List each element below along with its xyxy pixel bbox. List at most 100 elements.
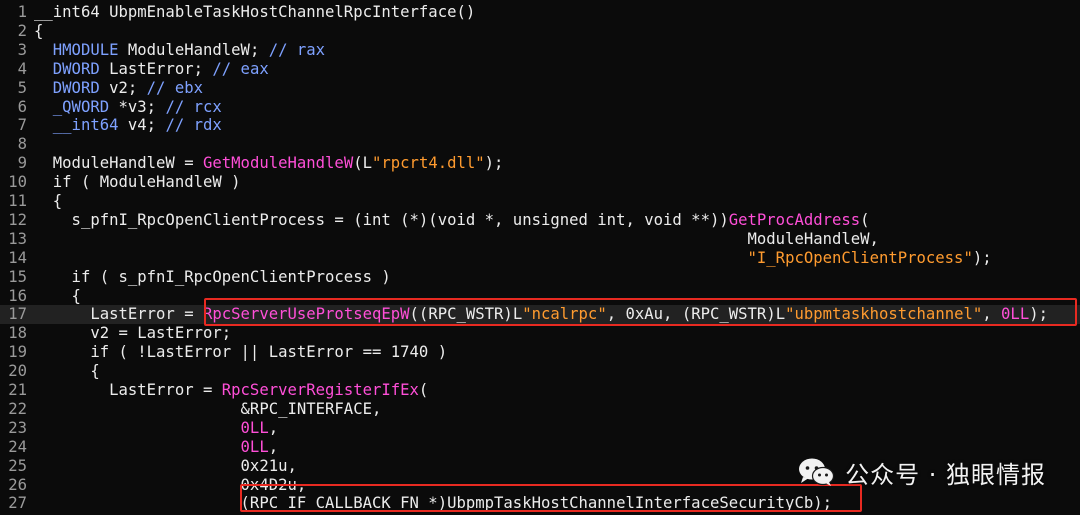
code-token: v2 = LastError; [34,324,232,343]
line-number: 9 [17,154,27,173]
code-line[interactable]: 11 { [0,192,1080,211]
code-token: "ncalrpc" [522,305,607,324]
code-token: , [982,305,1002,324]
code-line[interactable]: 2{ [0,22,1080,41]
code-token: __int64 [34,116,128,135]
line-code: 0x21u, [34,457,297,476]
line-code: 0x4D2u, [34,475,307,495]
code-token: // rax [268,40,326,59]
line-number: 7 [17,116,27,135]
line-number: 4 [17,59,27,78]
code-line[interactable]: 13 ModuleHandleW, [0,230,1080,249]
code-token: __int64 UbpmEnableTaskHostChannelRpcInte… [34,3,476,21]
line-number: 12 [8,210,27,229]
line-code: DWORD LastError; // eax [34,60,269,79]
code-line[interactable]: 14 "I_RpcOpenClientProcess"); [0,249,1080,268]
line-code: if ( ModuleHandleW ) [34,173,241,192]
code-token: 0LL [1001,305,1030,324]
line-number: 3 [17,40,27,59]
code-token: { [34,21,44,40]
line-code: LastError = RpcServerUseProtseqEpW((RPC_… [34,305,1048,324]
code-token: &RPC_INTERFACE, [34,399,382,418]
code-line[interactable]: 23 0LL, [0,419,1080,438]
code-token: ( [860,210,870,229]
code-line[interactable]: 27 (RPC_IF_CALLBACK_FN *)UbpmpTaskHostCh… [0,494,1080,513]
code-token: 0LL [240,437,269,456]
code-token: GetProcAddress [728,210,861,229]
code-token: LastError = [34,381,222,399]
line-code: __int64 v4; // rdx [34,116,222,135]
code-token: (RPC_IF_CALLBACK_FN *)UbpmpTaskHostChann… [34,494,832,513]
code-token: HMODULE [34,40,128,59]
line-code: DWORD v2; // ebx [34,79,203,98]
line-number: 17 [8,305,27,324]
code-token: // rcx [165,97,222,116]
code-line[interactable]: 12 s_pfnI_RpcOpenClientProcess = (int (*… [0,211,1080,230]
code-line[interactable]: 5 DWORD v2; // ebx [0,79,1080,98]
line-code: &RPC_INTERFACE, [34,399,382,419]
code-line[interactable]: 7 __int64 v4; // rdx [0,116,1080,135]
line-code: { [34,192,62,211]
line-code: if ( s_pfnI_RpcOpenClientProcess ) [34,268,391,287]
line-number: 10 [8,173,27,192]
code-token: ModuleHandleW, [34,229,879,248]
line-number: 25 [8,456,27,475]
code-token: 0LL [240,418,269,437]
line-number: 1 [17,3,27,21]
code-line[interactable]: 19 if ( !LastError || LastError == 1740 … [0,343,1080,362]
line-code: { [34,287,81,306]
line-number: 5 [17,78,27,97]
code-token: LastError = [34,305,203,324]
code-line[interactable]: 4 DWORD LastError; // eax [0,60,1080,79]
code-token: ); [972,248,992,267]
code-token: if ( !LastError || LastError == 1740 ) [34,343,448,362]
line-number: 18 [8,324,27,343]
code-token: , [268,437,279,456]
line-number: 24 [8,437,27,456]
code-editor[interactable]: 1 __int64 UbpmEnableTaskHostChannelRpcInt… [0,0,1080,515]
code-token: RpcServerRegisterIfEx [221,381,419,399]
code-line[interactable]: 18 v2 = LastError; [0,324,1080,343]
code-line[interactable]: 17 LastError = RpcServerUseProtseqEpW((R… [0,305,1080,325]
code-token: if ( ModuleHandleW ) [34,173,241,192]
line-number: 14 [8,248,27,267]
line-number: 2 [17,21,27,40]
line-code: v2 = LastError; [34,324,231,343]
code-token: LastError; [109,59,213,78]
line-number: 15 [8,267,27,286]
watermark: 公众号 · 独眼情报 [797,455,1046,489]
code-token: { [34,192,63,210]
code-token: 0x4D2u, [34,475,307,494]
code-line[interactable]: 15 if ( s_pfnI_RpcOpenClientProcess ) [0,268,1080,287]
code-line[interactable]: 16 { [0,287,1080,306]
wechat-icon [799,458,835,486]
code-line[interactable]: 1 __int64 UbpmEnableTaskHostChannelRpcInt… [0,3,1080,22]
line-code: (RPC_IF_CALLBACK_FN *)UbpmpTaskHostChann… [34,494,832,513]
code-line[interactable]: 22 &RPC_INTERFACE, [0,400,1080,419]
line-code: LastError = RpcServerRegisterIfEx( [34,381,428,400]
code-line[interactable]: 21 LastError = RpcServerRegisterIfEx( [0,381,1080,400]
code-token: if ( s_pfnI_RpcOpenClientProcess ) [34,267,391,286]
line-code: ModuleHandleW, [34,230,879,249]
code-token: DWORD [34,78,110,97]
line-number: 16 [8,286,27,305]
line-code: ModuleHandleW = GetModuleHandleW(L"rpcrt… [34,154,504,173]
code-line[interactable]: 8 [0,135,1080,154]
code-line[interactable]: 9 ModuleHandleW = GetModuleHandleW(L"rpc… [0,154,1080,173]
code-token: RpcServerUseProtseqEpW [203,305,410,324]
code-line[interactable]: 10 if ( ModuleHandleW ) [0,173,1080,192]
code-line[interactable]: 20 { [0,362,1080,381]
code-token: { [34,286,81,305]
code-line[interactable]: 3 HMODULE ModuleHandleW; // rax [0,41,1080,60]
line-number: 26 [8,475,27,494]
line-number: 11 [8,192,27,210]
line-code: 0LL, [34,418,279,438]
code-token: ( [418,381,429,399]
line-code: "I_RpcOpenClientProcess"); [34,249,992,268]
watermark-text: 公众号 · 独眼情报 [845,460,1046,489]
code-line[interactable]: 6 _QWORD *v3; // rcx [0,98,1080,117]
code-token: *v3; [118,97,166,116]
